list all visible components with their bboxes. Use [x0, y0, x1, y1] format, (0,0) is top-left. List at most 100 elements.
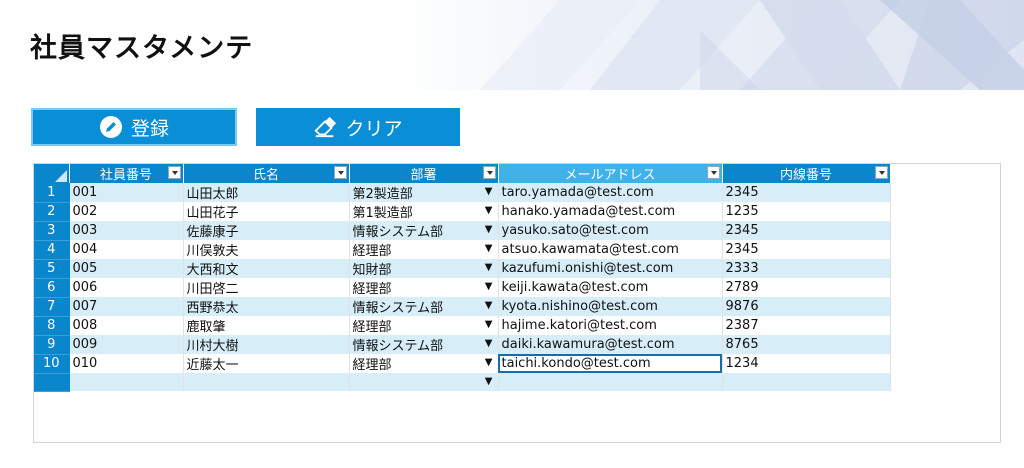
name-cell[interactable]: 大西和文 [183, 259, 350, 278]
dropdown-arrow-icon[interactable]: ▼ [485, 316, 493, 334]
department-cell[interactable]: 経理部 ▼ [349, 240, 499, 259]
column-header-email[interactable]: メールアドレス [498, 164, 723, 183]
department-cell[interactable]: 経理部 ▼ [349, 354, 499, 373]
row-number[interactable]: 9 [34, 335, 70, 355]
filter-dropdown-icon[interactable] [167, 166, 181, 179]
email-cell[interactable]: keiji.kawata@test.com [498, 278, 723, 297]
department-cell[interactable]: 情報システム部 ▼ [349, 297, 499, 316]
select-all-corner[interactable] [34, 164, 70, 183]
name-cell[interactable]: 山田花子 [183, 202, 350, 221]
email-cell[interactable]: kyota.nishino@test.com [498, 297, 723, 316]
employee-id-cell[interactable]: 007 [69, 297, 184, 316]
name-cell[interactable]: 川田啓二 [183, 278, 350, 297]
department-cell[interactable]: ▼ [349, 373, 499, 392]
email-cell[interactable]: daiki.kawamura@test.com [498, 335, 723, 354]
dropdown-arrow-icon[interactable]: ▼ [485, 354, 493, 372]
dropdown-arrow-icon[interactable]: ▼ [485, 259, 493, 277]
table-row[interactable]: 8 008 鹿取肇 経理部 ▼ hajime.katori@test.com 2387 [34, 316, 891, 336]
name-cell[interactable]: 川村大樹 [183, 335, 350, 354]
email-cell[interactable]: atsuo.kawamata@test.com [498, 240, 723, 259]
extension-cell[interactable]: 2345 [722, 240, 891, 259]
dropdown-arrow-icon[interactable]: ▼ [485, 278, 493, 296]
department-cell[interactable]: 経理部 ▼ [349, 316, 499, 335]
department-cell[interactable]: 情報システム部 ▼ [349, 221, 499, 240]
row-number[interactable]: 8 [34, 316, 70, 336]
filter-dropdown-icon[interactable] [333, 166, 347, 179]
table-row[interactable]: 4 004 川俣敦夫 経理部 ▼ atsuo.kawamata@test.com 2345 [34, 240, 891, 260]
name-cell[interactable]: 山田太郎 [183, 183, 350, 202]
name-cell[interactable]: 近藤太一 [183, 354, 350, 373]
employee-id-cell[interactable]: 001 [69, 183, 184, 202]
employee-id-cell[interactable] [69, 373, 184, 392]
column-header-department[interactable]: 部署 [349, 164, 499, 183]
dropdown-arrow-icon[interactable]: ▼ [485, 297, 493, 315]
employee-id-cell[interactable]: 006 [69, 278, 184, 297]
row-number[interactable]: 1 [34, 183, 70, 203]
row-number[interactable]: 5 [34, 259, 70, 279]
dropdown-arrow-icon[interactable]: ▼ [485, 183, 493, 201]
department-cell[interactable]: 知財部 ▼ [349, 259, 499, 278]
extension-cell[interactable]: 2333 [722, 259, 891, 278]
extension-cell[interactable] [722, 373, 891, 392]
row-number[interactable]: 6 [34, 278, 70, 298]
table-row[interactable]: 10 010 近藤太一 経理部 ▼ taichi.kondo@test.com 1234 [34, 354, 891, 374]
dropdown-arrow-icon[interactable]: ▼ [485, 373, 493, 391]
employee-id-cell[interactable]: 002 [69, 202, 184, 221]
employee-id-cell[interactable]: 004 [69, 240, 184, 259]
column-header-employee-id[interactable]: 社員番号 [69, 164, 184, 183]
dropdown-arrow-icon[interactable]: ▼ [485, 221, 493, 239]
new-entry-row[interactable]: ▼ [34, 373, 891, 392]
row-number[interactable]: 2 [34, 202, 70, 222]
row-number[interactable]: 3 [34, 221, 70, 241]
department-cell[interactable]: 経理部 ▼ [349, 278, 499, 297]
row-number[interactable] [34, 373, 70, 392]
name-cell[interactable] [183, 373, 350, 392]
email-cell[interactable]: kazufumi.onishi@test.com [498, 259, 723, 278]
table-row[interactable]: 2 002 山田花子 第1製造部 ▼ hanako.yamada@test.com 1235 [34, 202, 891, 222]
table-row[interactable]: 1 001 山田太郎 第2製造部 ▼ taro.yamada@test.com 2345 [34, 183, 891, 203]
name-cell[interactable]: 佐藤康子 [183, 221, 350, 240]
column-header-name[interactable]: 氏名 [183, 164, 350, 183]
dropdown-arrow-icon[interactable]: ▼ [485, 202, 493, 220]
filter-dropdown-icon[interactable] [706, 166, 720, 179]
extension-cell[interactable]: 1235 [722, 202, 891, 221]
employee-id-cell[interactable]: 009 [69, 335, 184, 354]
extension-cell[interactable]: 9876 [722, 297, 891, 316]
email-cell[interactable]: yasuko.sato@test.com [498, 221, 723, 240]
email-cell[interactable] [498, 373, 723, 392]
extension-cell[interactable]: 2789 [722, 278, 891, 297]
employee-id-cell[interactable]: 008 [69, 316, 184, 335]
employee-id-cell[interactable]: 010 [69, 354, 184, 373]
clear-button[interactable]: クリア [256, 108, 460, 146]
table-row[interactable]: 3 003 佐藤康子 情報システム部 ▼ yasuko.sato@test.com 2345 [34, 221, 891, 241]
department-cell[interactable]: 情報システム部 ▼ [349, 335, 499, 354]
department-cell[interactable]: 第2製造部 ▼ [349, 183, 499, 202]
department-cell[interactable]: 第1製造部 ▼ [349, 202, 499, 221]
email-cell[interactable]: hajime.katori@test.com [498, 316, 723, 335]
dropdown-arrow-icon[interactable]: ▼ [485, 335, 493, 353]
extension-cell[interactable]: 1234 [722, 354, 891, 373]
row-number[interactable]: 4 [34, 240, 70, 260]
row-number[interactable]: 7 [34, 297, 70, 317]
extension-cell[interactable]: 8765 [722, 335, 891, 354]
column-header-extension[interactable]: 内線番号 [722, 164, 891, 183]
table-row[interactable]: 6 006 川田啓二 経理部 ▼ keiji.kawata@test.com 2789 [34, 278, 891, 298]
name-cell[interactable]: 西野恭太 [183, 297, 350, 316]
email-cell[interactable]: taro.yamada@test.com [498, 183, 723, 202]
row-number[interactable]: 10 [34, 354, 70, 374]
name-cell[interactable]: 川俣敦夫 [183, 240, 350, 259]
extension-cell[interactable]: 2345 [722, 183, 891, 202]
name-cell[interactable]: 鹿取肇 [183, 316, 350, 335]
filter-dropdown-icon[interactable] [874, 166, 888, 179]
extension-cell[interactable]: 2345 [722, 221, 891, 240]
table-row[interactable]: 5 005 大西和文 知財部 ▼ kazufumi.onishi@test.com 2333 [34, 259, 891, 279]
extension-cell[interactable]: 2387 [722, 316, 891, 335]
dropdown-arrow-icon[interactable]: ▼ [485, 240, 493, 258]
filter-dropdown-icon[interactable] [482, 166, 496, 179]
employee-id-cell[interactable]: 005 [69, 259, 184, 278]
register-button[interactable]: 登録 [31, 108, 237, 146]
table-row[interactable]: 7 007 西野恭太 情報システム部 ▼ kyota.nishino@test.com 98… [34, 297, 891, 317]
table-row[interactable]: 9 009 川村大樹 情報システム部 ▼ daiki.kawamura@test.com 8… [34, 335, 891, 355]
email-cell[interactable]: taichi.kondo@test.com [498, 354, 723, 373]
employee-id-cell[interactable]: 003 [69, 221, 184, 240]
